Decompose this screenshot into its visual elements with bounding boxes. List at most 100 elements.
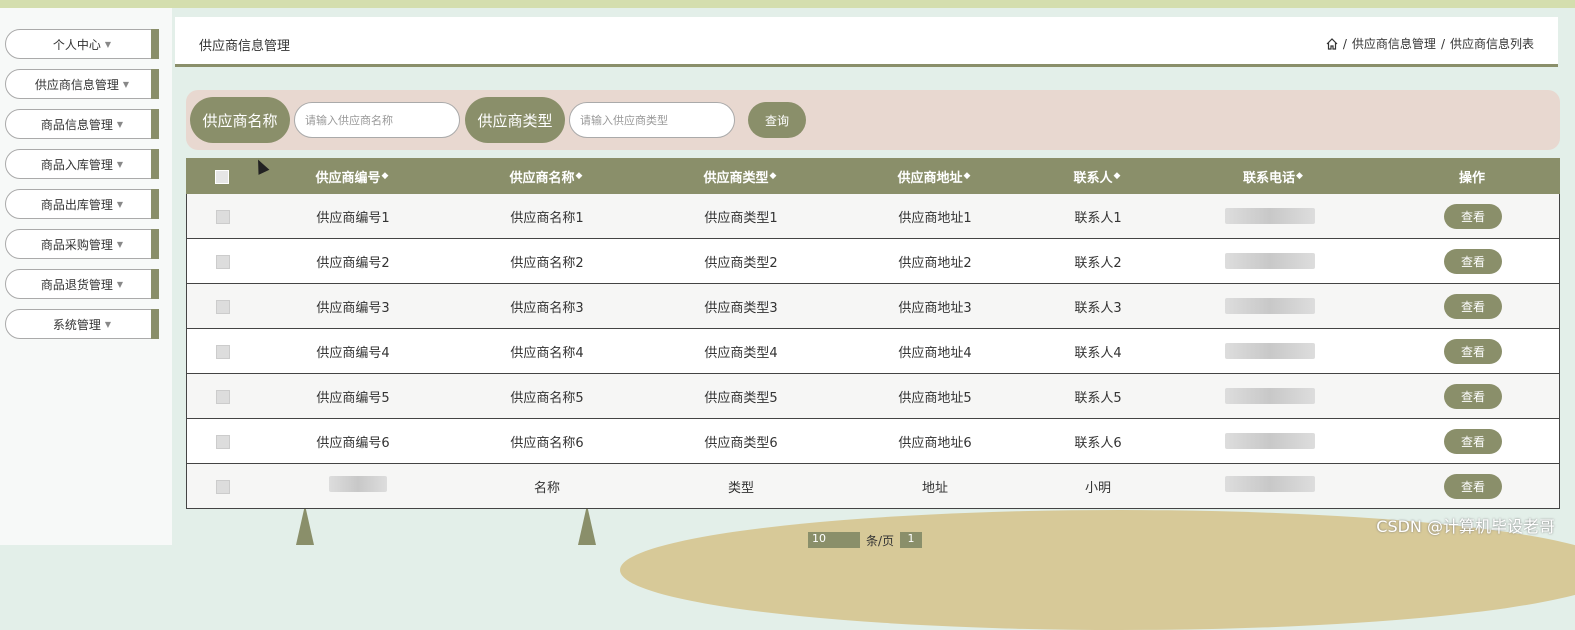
column-header-address[interactable]: 供应商地址 ◆ bbox=[898, 158, 971, 194]
sort-icon: ◆ bbox=[1296, 171, 1303, 181]
cell-code: 供应商编号1 bbox=[316, 210, 390, 226]
cell-type: 供应商类型6 bbox=[704, 435, 778, 451]
view-button[interactable]: 查看 bbox=[1444, 249, 1502, 274]
background-tree bbox=[578, 505, 596, 545]
breadcrumb-item-supplier[interactable]: 供应商信息管理 bbox=[1352, 35, 1436, 52]
redacted-phone bbox=[1225, 298, 1315, 314]
row-checkbox[interactable] bbox=[216, 435, 230, 449]
sidebar-item-system[interactable]: 系统管理 ▼ bbox=[5, 309, 159, 339]
cell-type: 类型 bbox=[727, 480, 755, 496]
chevron-down-icon: ▼ bbox=[116, 239, 124, 249]
redacted-phone bbox=[1225, 388, 1315, 404]
redacted-code bbox=[329, 476, 387, 492]
supplier-name-label: 供应商名称 bbox=[190, 97, 290, 143]
sidebar-item-accent bbox=[151, 309, 159, 339]
supplier-name-input[interactable] bbox=[294, 102, 460, 138]
cell-address: 供应商地址5 bbox=[898, 390, 972, 406]
cell-type: 供应商类型3 bbox=[704, 300, 778, 316]
row-checkbox[interactable] bbox=[216, 300, 230, 314]
cell-type: 供应商类型1 bbox=[704, 210, 778, 226]
view-button[interactable]: 查看 bbox=[1444, 294, 1502, 319]
sidebar-item-stock-out[interactable]: 商品出库管理 ▼ bbox=[5, 189, 159, 219]
sort-icon: ◆ bbox=[769, 171, 777, 181]
sidebar-item-accent bbox=[151, 269, 159, 299]
sidebar-item-accent bbox=[151, 189, 159, 219]
page-size-label: 条/页 bbox=[866, 533, 895, 548]
chevron-down-icon: ▼ bbox=[104, 319, 112, 329]
cell-code: 供应商编号4 bbox=[316, 345, 390, 361]
cell-contact: 联系人5 bbox=[1074, 390, 1122, 406]
cell-code: 供应商编号6 bbox=[316, 435, 390, 451]
sidebar-item-product[interactable]: 商品信息管理 ▼ bbox=[5, 109, 159, 139]
column-header-contact[interactable]: 联系人 ◆ bbox=[1074, 158, 1121, 194]
chevron-down-icon: ▼ bbox=[116, 159, 124, 169]
row-checkbox[interactable] bbox=[216, 345, 230, 359]
chevron-down-icon: ▼ bbox=[104, 39, 112, 49]
breadcrumb-item-list: 供应商信息列表 bbox=[1449, 37, 1534, 51]
redacted-phone bbox=[1225, 253, 1315, 269]
view-button[interactable]: 查看 bbox=[1444, 339, 1502, 364]
cell-contact: 联系人2 bbox=[1074, 255, 1122, 271]
pagination: 10 条/页 1 bbox=[808, 532, 923, 548]
sidebar-item-return[interactable]: 商品退货管理 ▼ bbox=[5, 269, 159, 299]
query-button[interactable]: 查询 bbox=[748, 102, 806, 138]
table-row: 名称 类型 地址 小明 查看 bbox=[186, 464, 1560, 509]
sidebar-item-accent bbox=[151, 149, 159, 179]
row-checkbox[interactable] bbox=[216, 390, 230, 404]
page-number-current[interactable]: 1 bbox=[900, 532, 923, 548]
redacted-phone bbox=[1225, 208, 1315, 224]
sidebar-item-supplier[interactable]: 供应商信息管理 ▼ bbox=[5, 69, 159, 99]
search-panel: 供应商名称 供应商类型 查询 bbox=[186, 90, 1560, 150]
sidebar-item-accent bbox=[151, 69, 159, 99]
redacted-phone bbox=[1225, 476, 1315, 492]
table-header: 供应商编号 ◆ 供应商名称 ◆ 供应商类型 ◆ 供应商地址 ◆ 联系人 ◆ 联系电话 ◆ 操… bbox=[186, 158, 1560, 194]
table-row: 供应商编号6 供应商名称6 供应商类型6 供应商地址6 联系人6 查看 bbox=[186, 419, 1560, 464]
cell-name: 名称 bbox=[533, 480, 561, 496]
page-title: 供应商信息管理 bbox=[199, 39, 291, 54]
breadcrumb-separator: / bbox=[1440, 36, 1445, 51]
sort-icon: ◆ bbox=[1113, 171, 1121, 181]
table-row: 供应商编号2 供应商名称2 供应商类型2 供应商地址2 联系人2 查看 bbox=[186, 239, 1560, 284]
page-size-select[interactable]: 10 bbox=[808, 532, 860, 548]
cell-name: 供应商名称3 bbox=[510, 300, 584, 316]
home-icon[interactable] bbox=[1326, 37, 1338, 50]
top-strip bbox=[0, 0, 1575, 8]
column-header-code[interactable]: 供应商编号 ◆ bbox=[316, 158, 389, 194]
redacted-phone bbox=[1225, 343, 1315, 359]
cell-name: 供应商名称1 bbox=[510, 210, 584, 226]
column-header-name[interactable]: 供应商名称 ◆ bbox=[510, 158, 583, 194]
view-button[interactable]: 查看 bbox=[1444, 474, 1502, 499]
cell-type: 供应商类型4 bbox=[704, 345, 778, 361]
sidebar-item-accent bbox=[151, 229, 159, 259]
cell-contact: 联系人3 bbox=[1074, 300, 1122, 316]
view-button[interactable]: 查看 bbox=[1444, 384, 1502, 409]
column-header-type[interactable]: 供应商类型 ◆ bbox=[704, 158, 777, 194]
column-header-phone[interactable]: 联系电话 ◆ bbox=[1243, 158, 1303, 194]
sort-icon: ◆ bbox=[963, 171, 971, 181]
view-button[interactable]: 查看 bbox=[1444, 204, 1502, 229]
chevron-down-icon: ▼ bbox=[116, 119, 124, 129]
cell-address: 供应商地址3 bbox=[898, 300, 972, 316]
column-header-actions: 操作 bbox=[1458, 170, 1486, 186]
supplier-type-label: 供应商类型 bbox=[465, 97, 565, 143]
redacted-phone bbox=[1225, 433, 1315, 449]
chevron-down-icon: ▼ bbox=[116, 199, 124, 209]
cell-name: 供应商名称5 bbox=[510, 390, 584, 406]
row-checkbox[interactable] bbox=[216, 480, 230, 494]
cell-type: 供应商类型2 bbox=[704, 255, 778, 271]
sidebar-item-personal-center[interactable]: 个人中心 ▼ bbox=[5, 29, 159, 59]
row-checkbox[interactable] bbox=[216, 210, 230, 224]
table-row: 供应商编号4 供应商名称4 供应商类型4 供应商地址4 联系人4 查看 bbox=[186, 329, 1560, 374]
row-checkbox[interactable] bbox=[216, 255, 230, 269]
cell-address: 地址 bbox=[921, 480, 949, 496]
sort-icon: ◆ bbox=[575, 171, 583, 181]
sidebar-item-purchase[interactable]: 商品采购管理 ▼ bbox=[5, 229, 159, 259]
view-button[interactable]: 查看 bbox=[1444, 429, 1502, 454]
supplier-type-input[interactable] bbox=[569, 102, 735, 138]
cell-address: 供应商地址4 bbox=[898, 345, 972, 361]
cell-code: 供应商编号2 bbox=[316, 255, 390, 271]
select-all-checkbox[interactable] bbox=[215, 170, 229, 184]
sidebar-item-accent bbox=[151, 109, 159, 139]
cell-contact: 小明 bbox=[1084, 480, 1112, 496]
sidebar-item-stock-in[interactable]: 商品入库管理 ▼ bbox=[5, 149, 159, 179]
